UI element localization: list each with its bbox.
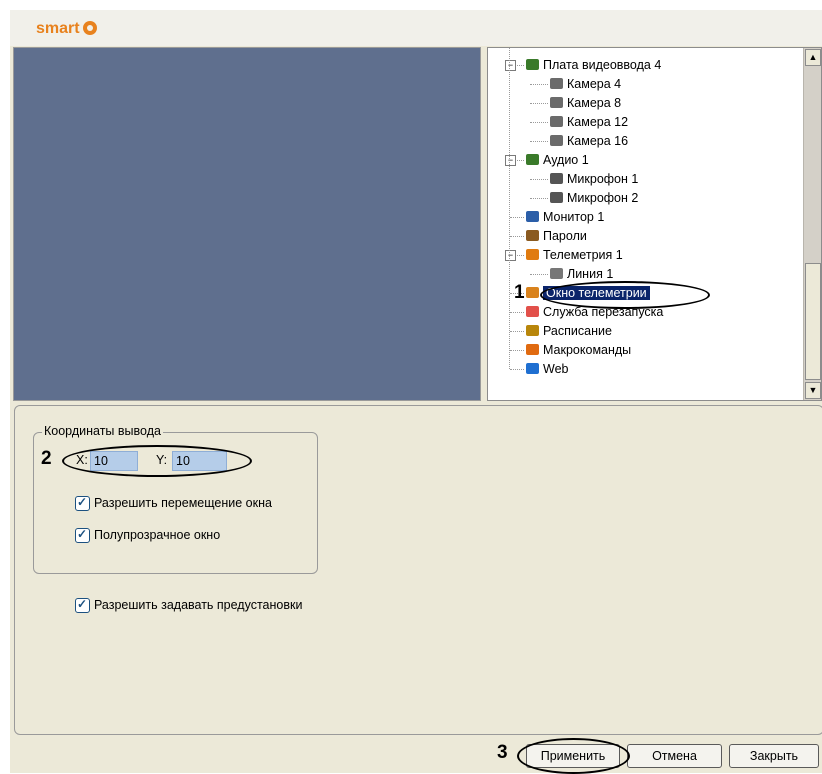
tree-connector bbox=[530, 103, 548, 104]
tree-connector bbox=[530, 84, 548, 85]
header-bar: smart bbox=[10, 10, 822, 46]
callout-number-1: 1 bbox=[514, 282, 525, 303]
tree-connector bbox=[530, 198, 548, 199]
tree-item[interactable]: Web bbox=[526, 360, 568, 378]
web-icon bbox=[526, 363, 539, 374]
tree-collapse-icon[interactable]: − bbox=[505, 155, 516, 166]
capture-card-icon bbox=[526, 59, 539, 70]
tree-trunk-line bbox=[509, 48, 510, 369]
callout-ellipse-3 bbox=[517, 738, 630, 774]
tree-item[interactable]: Микрофон 2 bbox=[550, 189, 638, 207]
tree-item-label: Камера 12 bbox=[567, 115, 629, 129]
tree-item-label: Телеметрия 1 bbox=[543, 248, 623, 262]
tree-collapse-icon[interactable]: − bbox=[505, 250, 516, 261]
audio-card-icon bbox=[526, 154, 539, 165]
tree-connector bbox=[510, 236, 524, 237]
tree-connector bbox=[510, 312, 524, 313]
tree-connector bbox=[530, 141, 548, 142]
tree-item-label: Камера 4 bbox=[567, 77, 622, 91]
close-button[interactable]: Закрыть bbox=[729, 744, 819, 768]
telemetry-icon bbox=[526, 249, 539, 260]
tree-item-label: Линия 1 bbox=[567, 267, 614, 281]
tree-item[interactable]: Камера 12 bbox=[550, 113, 628, 131]
tree-item[interactable]: Камера 8 bbox=[550, 94, 621, 112]
tree-connector bbox=[510, 331, 524, 332]
tree-item[interactable]: Расписание bbox=[526, 322, 612, 340]
tree-connector bbox=[530, 274, 548, 275]
callout-ellipse-2 bbox=[62, 445, 252, 477]
translucent-label: Полупрозрачное окно bbox=[94, 528, 221, 542]
translucent-checkbox[interactable]: ✓ bbox=[75, 527, 90, 543]
tree-item-label: Микрофон 1 bbox=[567, 172, 639, 186]
logo-mark-icon bbox=[82, 21, 97, 35]
callout-number-3: 3 bbox=[497, 742, 508, 763]
object-tree[interactable]: Плата видеоввода 4 − Камера 4 Камера 8 Камер… bbox=[487, 47, 822, 401]
telemetry-window-icon bbox=[526, 287, 539, 298]
tree-item-label: Плата видеоввода 4 bbox=[543, 58, 662, 72]
group-title: Координаты вывода bbox=[42, 424, 163, 438]
microphone-icon bbox=[550, 173, 563, 184]
scroll-up-icon[interactable]: ▲ bbox=[805, 49, 821, 66]
tree-connector bbox=[530, 179, 548, 180]
line-icon bbox=[550, 268, 563, 279]
tree-item-label: Аудио 1 bbox=[543, 153, 589, 167]
schedule-icon bbox=[526, 325, 539, 336]
tree-item-label: Камера 16 bbox=[567, 134, 629, 148]
tree-item-label: Расписание bbox=[543, 324, 612, 338]
camera-icon bbox=[550, 135, 563, 146]
scroll-down-icon[interactable]: ▼ bbox=[805, 382, 821, 399]
tree-item[interactable]: Камера 4 bbox=[550, 75, 621, 93]
app-logo: smart bbox=[36, 20, 97, 38]
tree-collapse-icon[interactable]: − bbox=[505, 60, 516, 71]
camera-icon bbox=[550, 78, 563, 89]
tree-item[interactable]: Линия 1 bbox=[550, 265, 613, 283]
tree-item[interactable]: Камера 16 bbox=[550, 132, 628, 150]
tree-item[interactable]: Пароли bbox=[526, 227, 587, 245]
allow-presets-label: Разрешить задавать предустановки bbox=[94, 598, 303, 612]
video-preview bbox=[13, 47, 481, 401]
monitor-icon bbox=[526, 211, 539, 222]
allow-move-label: Разрешить перемещение окна bbox=[94, 496, 272, 510]
tree-connector bbox=[530, 122, 548, 123]
allow-presets-checkbox[interactable]: ✓ bbox=[75, 597, 90, 613]
tree-item-label: Монитор 1 bbox=[543, 210, 605, 224]
tree-item[interactable]: Плата видеоввода 4 bbox=[526, 56, 661, 74]
tree-item[interactable]: Макрокоманды bbox=[526, 341, 631, 359]
tree-item-label: Пароли bbox=[543, 229, 587, 243]
tree-item-label: Макрокоманды bbox=[543, 343, 632, 357]
cancel-button[interactable]: Отмена bbox=[627, 744, 722, 768]
restart-service-icon bbox=[526, 306, 539, 317]
camera-icon bbox=[550, 116, 563, 127]
tree-connector bbox=[510, 350, 524, 351]
tree-item-label: Микрофон 2 bbox=[567, 191, 639, 205]
allow-move-checkbox[interactable]: ✓ bbox=[75, 495, 90, 511]
callout-number-2: 2 bbox=[41, 448, 52, 469]
tree-item[interactable]: Микрофон 1 bbox=[550, 170, 638, 188]
tree-connector bbox=[510, 369, 524, 370]
callout-ellipse-1 bbox=[540, 281, 710, 309]
tree-item[interactable]: Монитор 1 bbox=[526, 208, 604, 226]
macro-icon bbox=[526, 344, 539, 355]
tree-item-label: Web bbox=[543, 362, 569, 376]
scroll-thumb[interactable] bbox=[805, 263, 821, 380]
tree-item-label: Камера 8 bbox=[567, 96, 622, 110]
camera-icon bbox=[550, 97, 563, 108]
tree-connector bbox=[510, 217, 524, 218]
tree-item[interactable]: Аудио 1 bbox=[526, 151, 589, 169]
users-icon bbox=[526, 230, 539, 241]
microphone-icon bbox=[550, 192, 563, 203]
tree-scrollbar[interactable]: ▲ ▼ bbox=[803, 48, 821, 400]
tree-item[interactable]: Телеметрия 1 bbox=[526, 246, 623, 264]
